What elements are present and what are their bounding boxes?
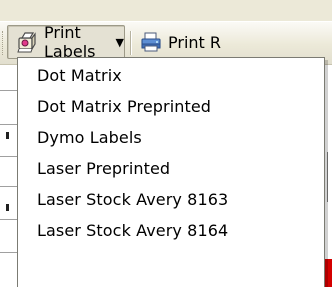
print-report-button[interactable]: Print R <box>136 25 332 59</box>
menu-item-dot-matrix[interactable]: Dot Matrix <box>18 60 324 91</box>
background-grid-line <box>0 252 17 253</box>
background-grid-line <box>0 219 17 220</box>
background-mark <box>6 204 9 211</box>
window-top-strip <box>0 0 332 20</box>
background-grid-line <box>327 152 328 202</box>
menu-item-laser-stock-avery-8163[interactable]: Laser Stock Avery 8163 <box>18 184 324 215</box>
toolbar-separator <box>130 31 132 55</box>
menu-item-laser-preprinted[interactable]: Laser Preprinted <box>18 153 324 184</box>
background-grid-line <box>0 186 17 187</box>
print-labels-label: Print Labels <box>44 23 96 61</box>
background-grid-line <box>0 124 17 125</box>
menu-item-dot-matrix-preprinted[interactable]: Dot Matrix Preprinted <box>18 91 324 122</box>
background-red-bar <box>325 259 332 287</box>
toolbar-grip[interactable] <box>2 31 6 55</box>
background-grid-line <box>0 156 17 157</box>
printer-icon <box>141 32 161 52</box>
background-mark <box>6 132 9 139</box>
menu-item-dymo-labels[interactable]: Dymo Labels <box>18 122 324 153</box>
print-report-label: Print R <box>168 32 222 52</box>
print-labels-button[interactable]: Print Labels ▼ <box>7 23 125 61</box>
menu-item-laser-stock-avery-8164[interactable]: Laser Stock Avery 8164 <box>18 215 324 246</box>
print-labels-dropdown-menu: Dot Matrix Dot Matrix Preprinted Dymo La… <box>17 57 325 287</box>
background-grid-line <box>0 90 17 91</box>
label-printer-icon <box>17 32 36 53</box>
chevron-down-icon[interactable]: ▼ <box>116 36 124 49</box>
